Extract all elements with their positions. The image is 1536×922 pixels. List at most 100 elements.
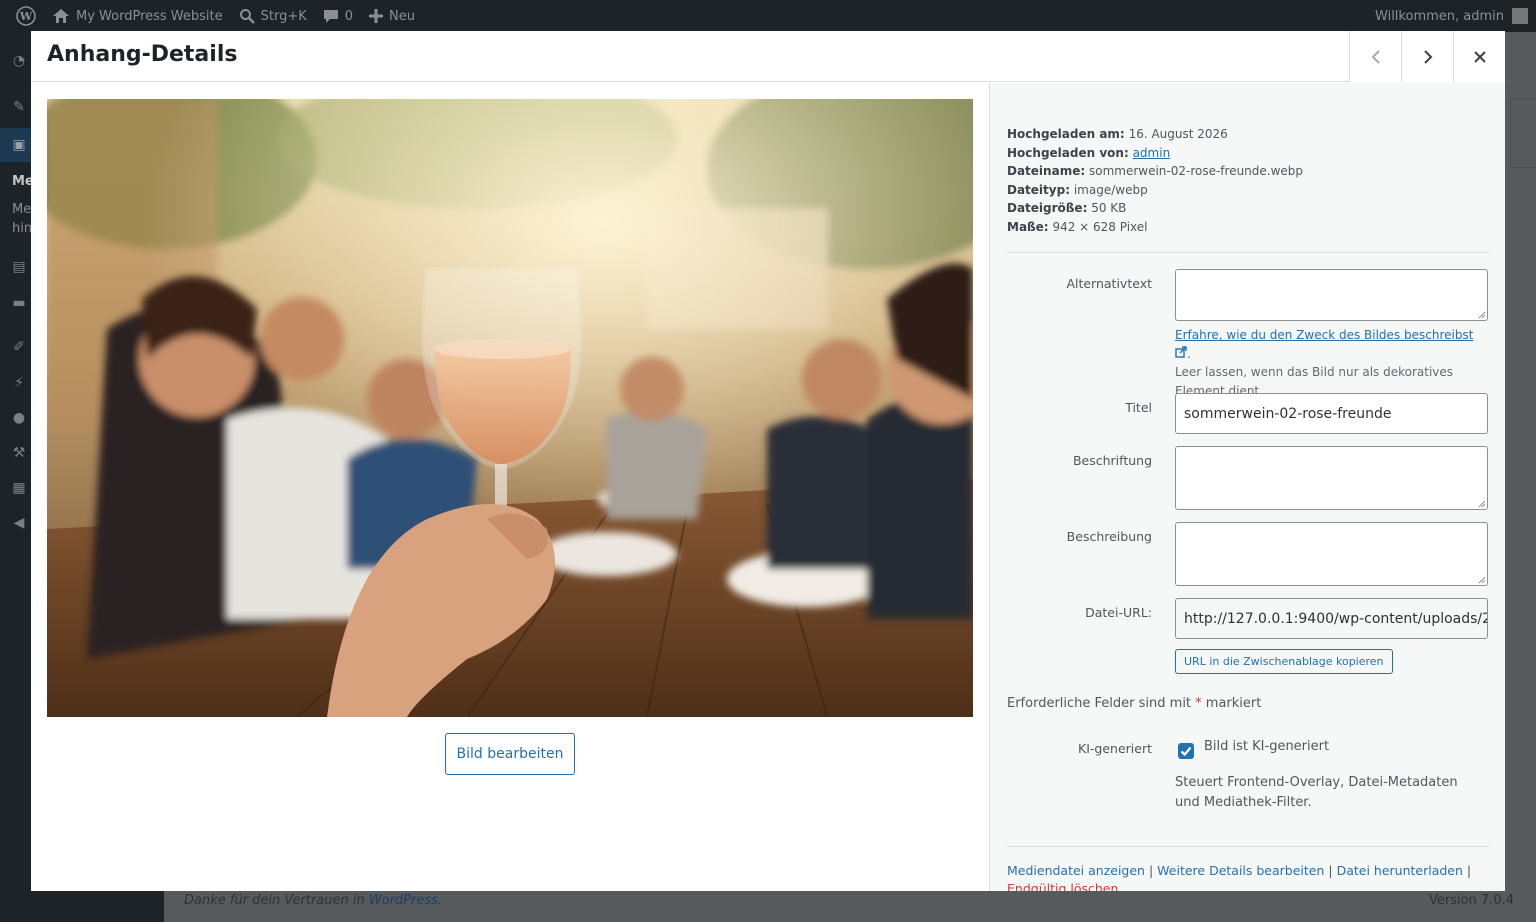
download-file-link[interactable]: Datei herunterladen: [1337, 863, 1463, 878]
required-text: Erforderliche Felder sind mit: [1007, 696, 1196, 711]
chevron-right-icon: [1423, 49, 1432, 64]
filetype-label: Dateityp:: [1007, 182, 1070, 197]
attachment-actions: Mediendatei anzeigen | Weitere Details b…: [1007, 862, 1477, 891]
site-name: My WordPress Website: [76, 8, 223, 24]
search-shortcut[interactable]: Strg+K: [239, 8, 307, 24]
caption-field[interactable]: [1175, 446, 1488, 510]
uploaded-by-link[interactable]: admin: [1133, 146, 1171, 160]
media-preview-pane: Bild bearbeiten: [31, 83, 989, 891]
pages-icon[interactable]: ▤: [10, 258, 28, 276]
alt-text-help-suffix: .: [1187, 346, 1191, 361]
settings-icon[interactable]: ▦: [10, 479, 28, 497]
attachment-details-modal: Anhang-Details Bild bearbeiten Hochgelad…: [31, 31, 1505, 891]
alt-text-help-link[interactable]: Erfahre, wie du den Zweck des Bildes bes…: [1175, 328, 1473, 342]
filetype-value: image/webp: [1073, 182, 1148, 197]
caption-label: Beschriftung: [1072, 453, 1152, 468]
filename-value: sommerwein-02-rose-freunde.webp: [1088, 164, 1304, 178]
required-suffix: markiert: [1201, 696, 1262, 711]
copy-url-button[interactable]: URL in die Zwischenablage kopieren: [1175, 649, 1393, 674]
home-icon: [53, 9, 69, 23]
account-menu[interactable]: Willkommen, admin: [1375, 8, 1528, 24]
svg-text:W: W: [19, 10, 33, 23]
next-button[interactable]: [1401, 31, 1453, 82]
title-value: sommerwein-02-rose-freunde: [1184, 405, 1392, 422]
required-fields-note: Erforderliche Felder sind mit * markiert: [1007, 696, 1261, 711]
dimensions-label: Maße:: [1007, 219, 1049, 234]
previous-button[interactable]: [1349, 31, 1401, 82]
view-media-file-link[interactable]: Mediendatei anzeigen: [1007, 863, 1145, 878]
footer-version: Version 7.0.4: [1428, 893, 1514, 908]
uploaded-on-label: Hochgeladen am:: [1007, 127, 1125, 141]
new-content-link[interactable]: Neu: [369, 9, 415, 24]
sidebar-partial-sub-1[interactable]: Me: [12, 202, 31, 217]
close-icon: [1473, 50, 1486, 63]
dashboard-icon[interactable]: ◔: [10, 52, 28, 70]
file-metadata: Hochgeladen am: 16. August 2026 Hochgela…: [1007, 125, 1303, 236]
ai-generated-checkbox[interactable]: [1178, 743, 1194, 759]
modal-header: Anhang-Details: [31, 31, 1505, 82]
filesize-label: Dateigröße:: [1007, 201, 1088, 215]
ai-generated-description: Steuert Frontend-Overlay, Datei-Metadate…: [1175, 775, 1458, 810]
ai-generated-checkbox-label[interactable]: Bild ist KI-generiert: [1204, 739, 1329, 754]
external-link-icon: [1175, 345, 1187, 358]
filename-label: Dateiname:: [1007, 164, 1086, 178]
checkmark-icon: [1180, 746, 1192, 757]
chevron-left-icon: [1371, 49, 1380, 64]
alt-text-field[interactable]: [1175, 269, 1488, 321]
users-icon[interactable]: ●: [10, 409, 28, 427]
sidebar-partial-sub-2[interactable]: hin: [12, 221, 32, 236]
actions-separator: |: [1324, 863, 1337, 878]
actions-separator: |: [1144, 863, 1158, 878]
comments-link[interactable]: 0: [323, 8, 353, 24]
search-shortcut-label: Strg+K: [260, 8, 307, 24]
pin-icon[interactable]: ✎: [10, 98, 28, 116]
footer-thanks-prefix: Danke für dein Vertrauen in: [184, 893, 369, 908]
search-icon: [239, 9, 255, 24]
title-field[interactable]: sommerwein-02-rose-freunde: [1175, 393, 1488, 434]
ai-generated-label: KI-generiert: [1078, 741, 1152, 756]
file-url-field[interactable]: http://127.0.0.1:9400/wp-content/uploads…: [1175, 598, 1488, 639]
collapse-icon[interactable]: ◀: [10, 514, 28, 532]
new-label: Neu: [389, 8, 416, 24]
edit-more-details-link[interactable]: Weitere Details bearbeiten: [1157, 863, 1324, 878]
appearance-icon[interactable]: ✐: [10, 338, 28, 356]
footer-wordpress-link[interactable]: WordPress: [369, 893, 438, 908]
file-url-value: http://127.0.0.1:9400/wp-content/uploads…: [1184, 610, 1488, 627]
edit-image-button[interactable]: Bild bearbeiten: [445, 733, 575, 775]
attachment-image: [47, 99, 973, 717]
comments-count: 0: [344, 8, 354, 24]
modal-title: Anhang-Details: [47, 42, 238, 67]
avatar: [1512, 8, 1528, 24]
media-icon: ▣: [12, 137, 26, 153]
greeting: Willkommen, admin: [1375, 8, 1504, 24]
divider: [1007, 252, 1489, 253]
attachment-info-pane: Hochgeladen am: 16. August 2026 Hochgela…: [989, 83, 1505, 891]
alt-text-label: Alternativtext: [1066, 276, 1152, 291]
description-label: Beschreibung: [1066, 529, 1152, 544]
tools-icon[interactable]: ⚒: [10, 444, 28, 462]
filesize-value: 50 KB: [1091, 201, 1127, 215]
site-name-link[interactable]: My WordPress Website: [52, 8, 223, 24]
wordpress-logo-icon[interactable]: W: [16, 6, 36, 26]
resize-grip-icon: [1478, 576, 1486, 584]
delete-permanently-link[interactable]: Endgültig löschen: [1007, 881, 1118, 891]
divider: [1007, 846, 1489, 847]
uploaded-on-value: 16. August 2026: [1128, 127, 1228, 141]
plugins-icon[interactable]: ⚡: [10, 374, 28, 392]
resize-grip-icon: [1478, 500, 1486, 508]
resize-grip-icon: [1478, 311, 1486, 319]
plus-icon: [369, 9, 384, 23]
file-url-label: Datei-URL:: [1085, 605, 1152, 620]
admin-bar: W My WordPress Website Strg+K 0 Neu Will…: [0, 0, 1536, 32]
footer-thanks-suffix: .: [438, 893, 443, 908]
description-field[interactable]: [1175, 522, 1488, 586]
footer-thanks: Danke für dein Vertrauen in WordPress.: [184, 893, 442, 908]
title-label: Titel: [1125, 400, 1152, 415]
close-button[interactable]: [1453, 31, 1505, 82]
comments-icon[interactable]: ▬: [10, 294, 28, 312]
comment-icon: [323, 10, 338, 23]
uploaded-by-label: Hochgeladen von:: [1007, 145, 1129, 160]
alt-text-help: Erfahre, wie du den Zweck des Bildes bes…: [1175, 326, 1485, 400]
dimensions-value: 942 × 628 Pixel: [1052, 219, 1148, 234]
actions-separator: |: [1462, 863, 1472, 878]
